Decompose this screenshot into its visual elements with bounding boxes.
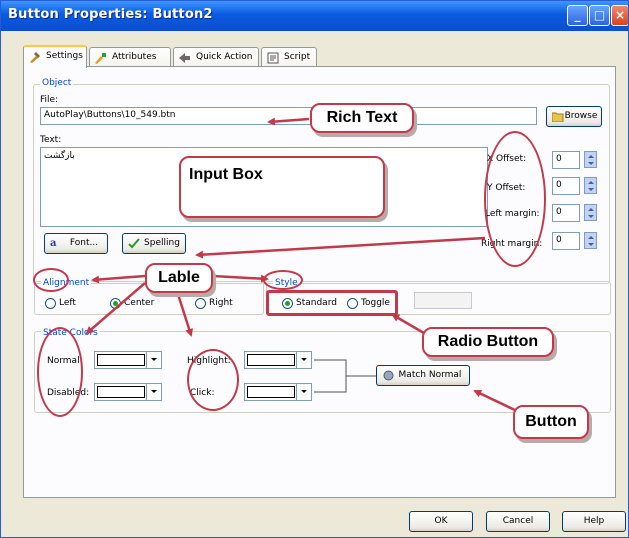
settings-panel: Object File: AutoPlay\Buttons\10_549.btn… [23, 66, 616, 498]
attributes-icon [94, 51, 107, 64]
cancel-button[interactable]: Cancel [486, 511, 550, 532]
help-button[interactable]: Help [562, 511, 626, 532]
match-icon [383, 370, 394, 388]
tab-settings[interactable]: Settings [23, 45, 87, 68]
tab-label: Quick Action [196, 52, 253, 62]
window-title: Button Properties: Button2 [8, 7, 213, 22]
tab-attributes[interactable]: Attributes [89, 47, 171, 67]
tab-label: Attributes [112, 52, 157, 62]
maximize-icon[interactable]: □ [589, 5, 610, 26]
bracket-connector [314, 359, 376, 393]
title-bar[interactable]: Button Properties: Button2 _ □ × [1, 1, 628, 31]
close-icon[interactable]: × [611, 5, 628, 26]
match-normal-button[interactable]: Match Normal [376, 365, 470, 386]
tab-script[interactable]: Script [261, 47, 317, 67]
properties-dialog: Button Properties: Button2 _ □ × Setting… [0, 0, 629, 538]
minimize-icon[interactable]: _ [567, 5, 588, 26]
tab-label: Script [284, 52, 311, 62]
quick-action-icon [178, 51, 191, 64]
ok-button[interactable]: OK [409, 511, 473, 532]
script-icon [266, 51, 279, 64]
tab-label: Settings [46, 51, 83, 61]
tab-quick-action[interactable]: Quick Action [173, 47, 259, 67]
settings-icon [28, 50, 41, 63]
match-normal-label: Match Normal [398, 370, 462, 380]
